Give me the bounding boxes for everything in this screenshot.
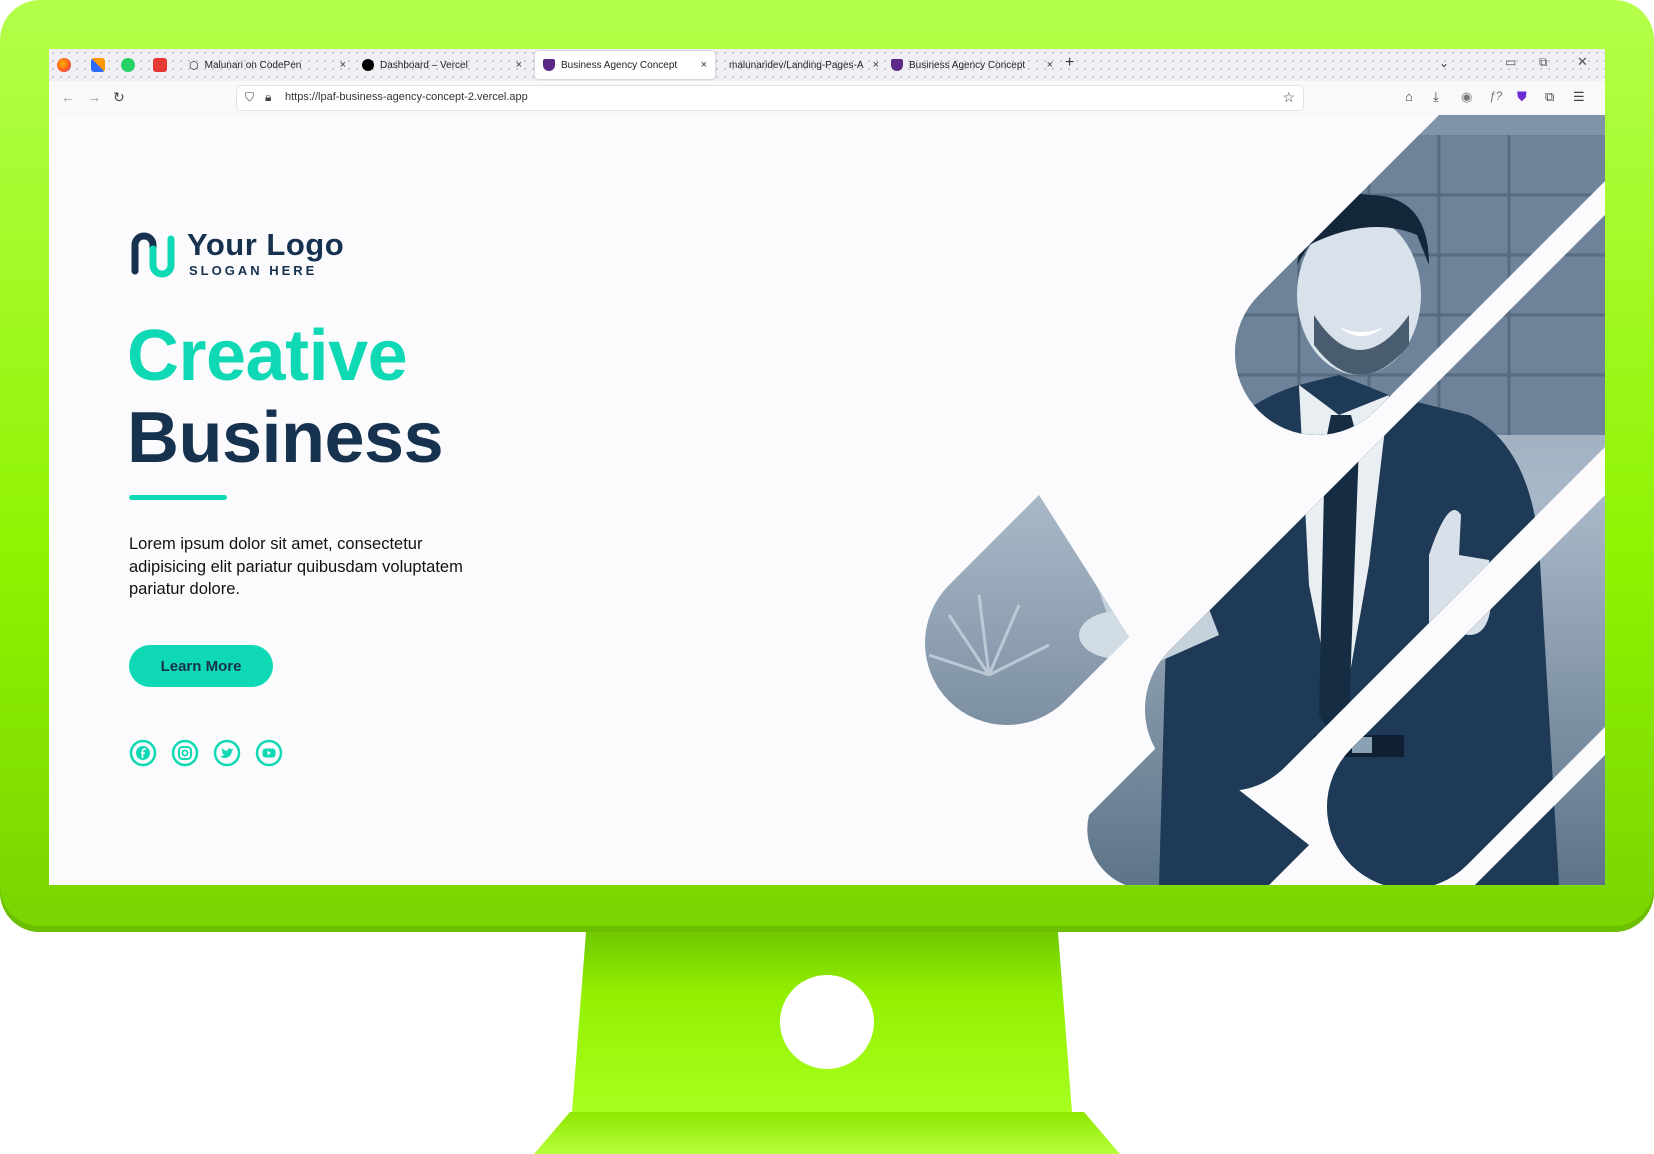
- lock-icon[interactable]: 🔒︎: [265, 90, 271, 105]
- close-tab-icon[interactable]: ×: [701, 59, 707, 71]
- instagram-icon[interactable]: [171, 739, 199, 767]
- tab-github[interactable]: malunaridev/Landing-Pages-A ×: [729, 51, 887, 79]
- tab-label: malunaridev/Landing-Pages-A: [729, 59, 864, 71]
- vercel-icon: [362, 59, 374, 71]
- minimize-icon[interactable]: ▭: [1505, 55, 1516, 69]
- close-tab-icon[interactable]: ×: [516, 59, 522, 71]
- menu-icon[interactable]: ☰: [1573, 89, 1585, 105]
- headline-line-2: Business: [127, 398, 444, 478]
- landing-page: Your Logo SLOGAN HERE Creative Business …: [49, 115, 1605, 885]
- firefox-icon[interactable]: [57, 58, 71, 72]
- account-icon[interactable]: ◉: [1461, 89, 1472, 105]
- youtube-music-icon[interactable]: [153, 58, 167, 72]
- extensions-icon[interactable]: ⧉: [1545, 89, 1554, 105]
- learn-more-button[interactable]: Learn More: [129, 645, 273, 687]
- youtube-icon[interactable]: [255, 739, 283, 767]
- headline-underline: [129, 495, 227, 500]
- bookmark-star-icon[interactable]: ☆: [1282, 89, 1295, 106]
- site-logo[interactable]: Your Logo SLOGAN HERE: [129, 227, 369, 283]
- url-bar[interactable]: ⛉ 🔒︎ https://lpaf-business-agency-concep…: [237, 86, 1303, 110]
- stand-hole: [780, 975, 874, 1069]
- hero-image: [924, 115, 1605, 885]
- codepen-icon: ⬡: [189, 59, 199, 72]
- logo-slogan: SLOGAN HERE: [189, 263, 318, 278]
- shield-favicon-icon: [891, 59, 903, 71]
- new-tab-button[interactable]: +: [1065, 54, 1074, 72]
- close-tab-icon[interactable]: ×: [873, 59, 879, 71]
- tab-label: Business Agency Concept: [909, 59, 1026, 71]
- restore-icon[interactable]: ⧉: [1539, 55, 1548, 70]
- facebook-icon[interactable]: [129, 739, 157, 767]
- close-tab-icon[interactable]: ×: [1047, 59, 1053, 71]
- close-tab-icon[interactable]: ×: [340, 59, 346, 71]
- hero-description: Lorem ipsum dolor sit amet, consectetur …: [129, 535, 463, 598]
- headline-line-1: Creative: [127, 316, 408, 396]
- tracking-shield-icon[interactable]: ⛉: [245, 90, 254, 105]
- extension-shield-icon[interactable]: ⛊: [1517, 89, 1527, 105]
- logo-title: Your Logo: [187, 227, 345, 262]
- logo-mark-icon: [131, 232, 175, 278]
- list-tabs-icon[interactable]: ⌄: [1439, 56, 1449, 70]
- tab-business-agency[interactable]: Business Agency Concept ×: [891, 51, 1061, 79]
- tab-business-agency-active[interactable]: Business Agency Concept ×: [535, 51, 715, 79]
- tab-label: Dashboard – Vercel: [380, 59, 468, 71]
- screen: ⬡ Malunari on CodePen × Dashboard – Verc…: [49, 49, 1605, 885]
- tab-codepen[interactable]: ⬡ Malunari on CodePen ×: [189, 51, 354, 79]
- tab-vercel[interactable]: Dashboard – Vercel ×: [362, 51, 530, 79]
- tab-label: Malunari on CodePen: [204, 59, 302, 71]
- twitter-icon[interactable]: [213, 739, 241, 767]
- home-icon[interactable]: ⌂: [1405, 89, 1413, 104]
- nav-bar: ← → ↻ ⛉ 🔒︎ https://lpaf-business-agency-…: [49, 81, 1605, 116]
- back-icon[interactable]: ←: [61, 89, 75, 105]
- download-icon[interactable]: ⤓: [1433, 89, 1439, 105]
- monitor-base: [534, 1112, 1120, 1154]
- function-icon[interactable]: ƒ?: [1489, 89, 1502, 103]
- forward-icon[interactable]: →: [87, 89, 101, 105]
- close-window-icon[interactable]: ✕: [1577, 54, 1588, 70]
- whatsapp-icon[interactable]: [121, 58, 135, 72]
- shield-favicon-icon: [543, 59, 555, 71]
- reload-icon[interactable]: ↻: [113, 89, 125, 106]
- tab-label: Business Agency Concept: [561, 59, 678, 71]
- url-text[interactable]: https://lpaf-business-agency-concept-2.v…: [285, 91, 528, 103]
- pinned-app-icon[interactable]: [91, 58, 105, 72]
- tab-bar: ⬡ Malunari on CodePen × Dashboard – Verc…: [49, 49, 1605, 81]
